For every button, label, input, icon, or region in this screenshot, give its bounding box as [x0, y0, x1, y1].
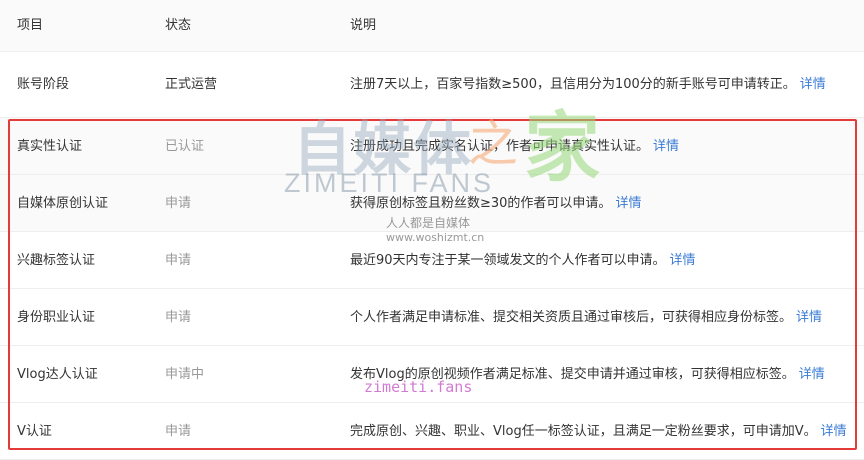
- details-link[interactable]: 详情: [615, 196, 641, 211]
- table-header: 项目 状态 说明: [0, 0, 864, 52]
- header-status: 状态: [165, 18, 192, 33]
- details-link[interactable]: 详情: [799, 367, 825, 382]
- table-row-profession: 身份职业认证 申请 个人作者满足申请标准、提交相关资质且通过审核后，可获得相应身…: [0, 289, 864, 346]
- row-desc-text: 个人作者满足申请标准、提交相关资质且通过审核后，可获得相应身份标签。: [350, 310, 793, 325]
- row-item: 兴趣标签认证: [17, 253, 96, 268]
- row-item: 真实性认证: [17, 139, 83, 154]
- table-row-interest: 兴趣标签认证 申请 最近90天内专注于某一领域发文的个人作者可以申请。 详情: [0, 232, 864, 289]
- row-desc: 个人作者满足申请标准、提交相关资质且通过审核后，可获得相应身份标签。 详情: [350, 289, 822, 346]
- row-status-apply[interactable]: 申请: [165, 232, 191, 289]
- row-item: 身份职业认证: [17, 310, 96, 325]
- table-row-vlog: Vlog达人认证 申请中 发布Vlog的原创视频作者满足标准、提交申请并通过审核…: [0, 346, 864, 403]
- row-status: 正式运营: [165, 77, 218, 92]
- header-item: 项目: [17, 18, 44, 33]
- row-desc-text: 获得原创标签且粉丝数≥30的作者可以申请。: [350, 196, 612, 211]
- row-desc-text: 注册7天以上，百家号指数≥500，且信用分为100分的新手账号可申请转正。: [350, 77, 796, 92]
- row-desc-text: 完成原创、兴趣、职业、Vlog任一标签认证，且满足一定粉丝要求，可申请加V。: [350, 424, 817, 439]
- row-desc: 注册7天以上，百家号指数≥500，且信用分为100分的新手账号可申请转正。 详情: [350, 52, 826, 118]
- table-row-authenticity: 真实性认证 已认证 注册成功且完成实名认证，作者可申请真实性认证。 详情: [0, 118, 864, 175]
- row-status: 已认证: [165, 139, 205, 154]
- row-status: 申请中: [165, 367, 205, 382]
- row-item: 账号阶段: [17, 77, 70, 92]
- row-desc-text: 注册成功且完成实名认证，作者可申请真实性认证。: [350, 139, 650, 154]
- details-link[interactable]: 详情: [670, 253, 696, 268]
- row-item: V认证: [17, 424, 52, 439]
- row-status-apply[interactable]: 申请: [165, 289, 191, 346]
- row-desc: 发布Vlog的原创视频作者满足标准、提交申请并通过审核，可获得相应标签。 详情: [350, 346, 825, 403]
- details-link[interactable]: 详情: [821, 424, 847, 439]
- row-item: Vlog达人认证: [17, 367, 98, 382]
- table-row-account-stage: 账号阶段 正式运营 注册7天以上，百家号指数≥500，且信用分为100分的新手账…: [0, 52, 864, 118]
- row-desc: 获得原创标签且粉丝数≥30的作者可以申请。 详情: [350, 175, 641, 232]
- details-link[interactable]: 详情: [653, 139, 679, 154]
- row-item: 自媒体原创认证: [17, 196, 109, 211]
- table-row-v-cert: V认证 申请 完成原创、兴趣、职业、Vlog任一标签认证，且满足一定粉丝要求，可…: [0, 403, 864, 460]
- page: 项目 状态 说明 账号阶段 正式运营 注册7天以上，百家号指数≥500，且信用分…: [0, 0, 864, 460]
- row-status-apply[interactable]: 申请: [165, 175, 191, 232]
- certification-table: 项目 状态 说明 账号阶段 正式运营 注册7天以上，百家号指数≥500，且信用分…: [0, 0, 864, 460]
- details-link[interactable]: 详情: [800, 77, 826, 92]
- row-desc: 完成原创、兴趣、职业、Vlog任一标签认证，且满足一定粉丝要求，可申请加V。 详情: [350, 403, 847, 460]
- row-desc: 注册成功且完成实名认证，作者可申请真实性认证。 详情: [350, 118, 679, 175]
- row-desc-text: 发布Vlog的原创视频作者满足标准、提交申请并通过审核，可获得相应标签。: [350, 367, 795, 382]
- table-row-original: 自媒体原创认证 申请 获得原创标签且粉丝数≥30的作者可以申请。 详情: [0, 175, 864, 232]
- header-desc: 说明: [350, 18, 377, 33]
- row-desc: 最近90天内专注于某一领域发文的个人作者可以申请。 详情: [350, 232, 696, 289]
- row-status-apply[interactable]: 申请: [165, 403, 191, 460]
- row-desc-text: 最近90天内专注于某一领域发文的个人作者可以申请。: [350, 253, 666, 268]
- details-link[interactable]: 详情: [796, 310, 822, 325]
